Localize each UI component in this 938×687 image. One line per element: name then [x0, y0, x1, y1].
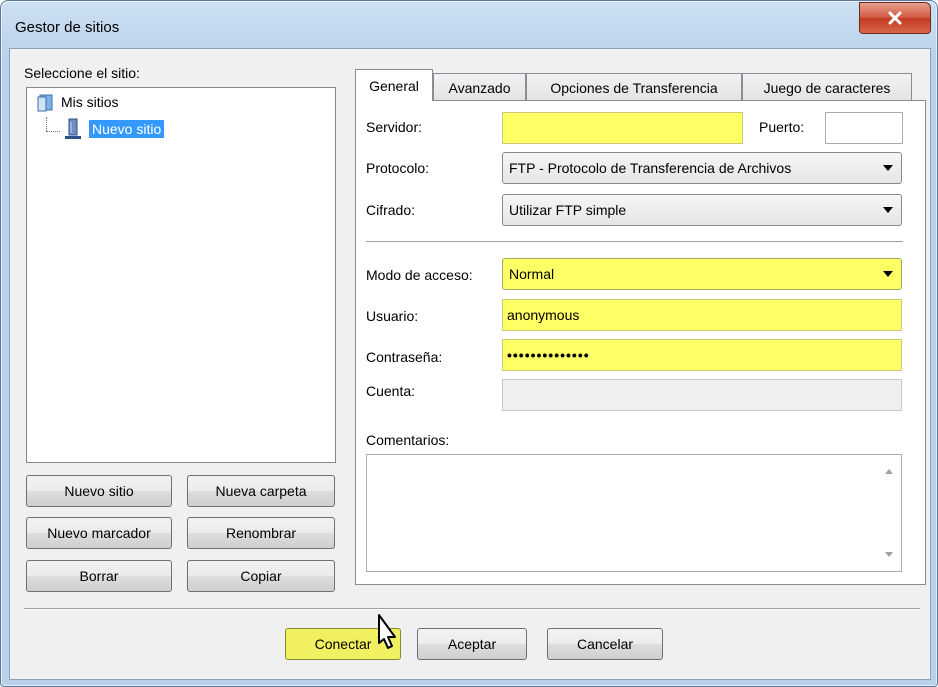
password-field[interactable]: ••••••••••••••: [502, 339, 902, 371]
folder-icon: [37, 94, 53, 112]
tab-advanced[interactable]: Avanzado: [433, 73, 526, 101]
port-field[interactable]: [825, 112, 903, 144]
tree-item-my-sites[interactable]: Mis sitios: [37, 92, 119, 112]
tree-item-label: Nuevo sitio: [89, 120, 165, 138]
protocol-select[interactable]: FTP - Protocolo de Transferencia de Arch…: [502, 152, 902, 184]
user-label: Usuario:: [366, 308, 419, 324]
new-bookmark-button[interactable]: Nuevo marcador: [26, 517, 172, 549]
chevron-down-icon: [883, 165, 893, 171]
tab-charset[interactable]: Juego de caracteres: [742, 73, 912, 101]
close-button[interactable]: [859, 2, 931, 34]
select-site-label: Seleccione el sitio:: [24, 65, 140, 81]
account-label: Cuenta:: [366, 383, 416, 399]
copy-button[interactable]: Copiar: [187, 560, 335, 592]
comments-label: Comentarios:: [366, 432, 450, 448]
protocol-value: FTP - Protocolo de Transferencia de Arch…: [509, 160, 792, 176]
scroll-up-icon[interactable]: [885, 469, 893, 474]
tree-item-new-site[interactable]: Nuevo sitio: [63, 118, 165, 140]
chevron-down-icon: [883, 207, 893, 213]
chevron-down-icon: [883, 271, 893, 277]
tree-connector: [46, 117, 47, 131]
rename-button[interactable]: Renombrar: [187, 517, 335, 549]
scroll-down-icon[interactable]: [885, 552, 893, 557]
encryption-label: Cifrado:: [366, 202, 416, 218]
encryption-select[interactable]: Utilizar FTP simple: [502, 194, 902, 226]
protocol-label: Protocolo:: [366, 160, 430, 176]
site-manager-window: Gestor de sitios Seleccione el sitio: Mi…: [0, 0, 938, 687]
logon-type-select[interactable]: Normal: [502, 258, 902, 290]
encryption-value: Utilizar FTP simple: [509, 202, 627, 218]
dialog-client-area: Seleccione el sitio: Mis sitios Nuevo si…: [9, 48, 931, 680]
site-tree[interactable]: Mis sitios Nuevo sitio: [26, 87, 336, 463]
cancel-button[interactable]: Cancelar: [547, 628, 663, 660]
new-folder-button[interactable]: Nueva carpeta: [187, 475, 335, 507]
new-site-button[interactable]: Nuevo sitio: [26, 475, 172, 507]
logon-type-label: Modo de acceso:: [366, 267, 473, 283]
tab-transfer-settings[interactable]: Opciones de Transferencia: [526, 73, 742, 101]
server-field[interactable]: [502, 112, 743, 144]
delete-button[interactable]: Borrar: [26, 560, 172, 592]
mouse-pointer-icon: [378, 614, 396, 649]
tree-item-label: Mis sitios: [61, 94, 119, 110]
tab-general[interactable]: General: [355, 69, 433, 101]
password-label: Contraseña:: [366, 349, 443, 365]
account-field: [502, 379, 902, 411]
footer-separator: [24, 608, 920, 610]
user-field[interactable]: anonymous: [502, 299, 902, 331]
server-icon: [65, 118, 81, 139]
separator: [366, 241, 903, 243]
comments-textarea[interactable]: [366, 454, 902, 572]
general-tab-panel: Servidor: Puerto: Protocolo: FTP - Proto…: [355, 100, 926, 585]
window-title: Gestor de sitios: [15, 19, 120, 36]
port-label: Puerto:: [759, 119, 805, 135]
server-label: Servidor:: [366, 119, 423, 135]
ok-button[interactable]: Aceptar: [417, 628, 527, 660]
close-icon: [888, 11, 902, 25]
logon-type-value: Normal: [509, 266, 555, 282]
tree-connector: [46, 131, 60, 132]
